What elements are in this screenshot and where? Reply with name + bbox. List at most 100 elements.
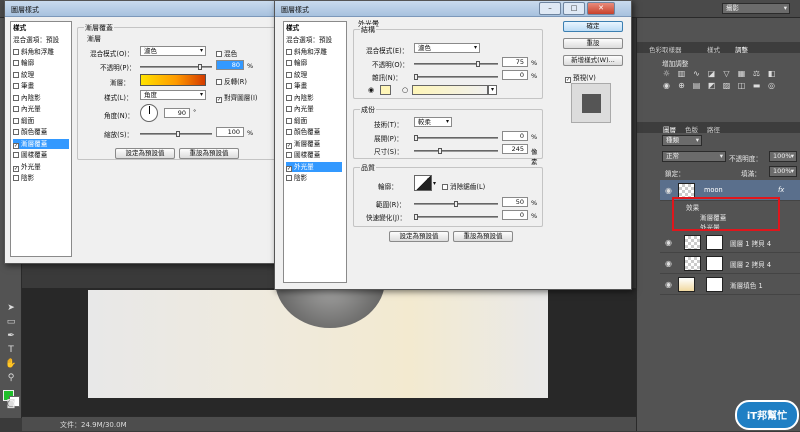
gradient-radio-icon[interactable]: ○ bbox=[402, 86, 408, 94]
layer-row[interactable]: ◉ 圖層 1 拷貝 4 bbox=[660, 232, 800, 253]
glow-color-swatch[interactable] bbox=[380, 85, 391, 95]
style-list-item[interactable]: 漸層覆蓋 bbox=[286, 139, 342, 149]
angle-dial[interactable] bbox=[140, 104, 158, 122]
style-checkbox[interactable] bbox=[286, 165, 292, 172]
style-list-item[interactable]: 筆畫 bbox=[13, 81, 69, 91]
style-list-item[interactable]: 顏色覆蓋 bbox=[13, 127, 69, 137]
style-checkbox[interactable] bbox=[286, 152, 292, 158]
style-list-item[interactable]: 內陰影 bbox=[286, 93, 342, 103]
style-list-item[interactable]: 內光暈 bbox=[13, 104, 69, 114]
style-checkbox[interactable] bbox=[13, 71, 19, 78]
jitter-slider-knob[interactable] bbox=[414, 214, 418, 220]
style-list-item[interactable]: 圖樣覆蓋 bbox=[286, 150, 342, 160]
blend-mode-select[interactable]: 濾色 bbox=[414, 43, 480, 53]
contour-picker[interactable] bbox=[414, 175, 432, 191]
make-default-button[interactable]: 設定為預設值 bbox=[115, 148, 175, 159]
style-list-item[interactable]: 顏色覆蓋 bbox=[286, 127, 342, 137]
gradient-map-icon[interactable]: ▬ bbox=[750, 81, 763, 91]
style-checkbox[interactable] bbox=[13, 94, 19, 101]
style-checkbox[interactable] bbox=[286, 175, 292, 181]
style-list-item[interactable]: 筆畫 bbox=[286, 81, 342, 91]
antialias-checkbox[interactable]: 消除鋸齒(L) bbox=[442, 181, 485, 191]
new-style-button[interactable]: 新增樣式(W)... bbox=[563, 55, 623, 66]
lookup-icon[interactable]: ▤ bbox=[690, 81, 703, 91]
spread-input[interactable]: 0 bbox=[502, 131, 528, 141]
noise-slider[interactable] bbox=[414, 74, 498, 80]
style-list-item[interactable]: 內光暈 bbox=[286, 104, 342, 114]
photo-filter-icon[interactable]: ◉ bbox=[660, 81, 673, 91]
style-list-item[interactable]: 紋理 bbox=[286, 70, 342, 80]
eye-icon[interactable]: ◉ bbox=[665, 259, 672, 268]
style-list-item[interactable]: 陰影 bbox=[286, 173, 342, 183]
spread-slider[interactable] bbox=[414, 135, 498, 141]
hue-icon[interactable]: ▦ bbox=[735, 69, 748, 79]
range-slider[interactable] bbox=[414, 201, 498, 207]
brightness-icon[interactable]: ☼ bbox=[660, 69, 673, 79]
style-list-item[interactable]: 斜角和浮雕 bbox=[13, 47, 69, 57]
style-checkbox[interactable] bbox=[13, 117, 19, 124]
hand-tool-icon[interactable]: ✋ bbox=[4, 358, 18, 370]
tab-adjustments[interactable]: 調整 bbox=[735, 44, 748, 54]
make-default-button[interactable]: 設定為預設值 bbox=[389, 231, 449, 242]
close-button[interactable]: ✕ bbox=[587, 2, 615, 15]
style-checkbox[interactable] bbox=[13, 152, 19, 158]
gradient-picker[interactable] bbox=[140, 74, 206, 86]
style-checkbox[interactable] bbox=[13, 83, 19, 89]
opacity-slider[interactable] bbox=[414, 61, 498, 67]
scale-slider-knob[interactable] bbox=[176, 131, 180, 137]
style-checkbox[interactable] bbox=[13, 48, 19, 55]
layer-opacity-value[interactable]: 100% bbox=[769, 151, 797, 162]
curves-icon[interactable]: ∿ bbox=[690, 69, 703, 79]
style-checkbox[interactable] bbox=[286, 71, 292, 78]
style-checkbox[interactable] bbox=[13, 129, 19, 135]
jitter-input[interactable]: 0 bbox=[502, 210, 528, 220]
fill-value[interactable]: 100% bbox=[769, 166, 797, 177]
noise-slider-knob[interactable] bbox=[414, 74, 418, 80]
style-list-item[interactable]: 圖樣覆蓋 bbox=[13, 150, 69, 160]
style-checkbox[interactable] bbox=[286, 48, 292, 55]
layer-row[interactable]: ◉ 圖層 2 拷貝 4 bbox=[660, 253, 800, 274]
opacity-input[interactable]: 80 bbox=[216, 60, 244, 70]
style-checkbox[interactable] bbox=[286, 60, 292, 66]
vibrance-icon[interactable]: ▽ bbox=[720, 69, 733, 79]
reset-default-button[interactable]: 重設為預設值 bbox=[179, 148, 239, 159]
style-checkbox[interactable] bbox=[286, 83, 292, 89]
noise-input[interactable]: 0 bbox=[502, 70, 528, 80]
layer-kind-filter[interactable]: 種類 bbox=[662, 135, 702, 146]
fx-icon[interactable]: fx bbox=[778, 186, 784, 194]
style-checkbox[interactable] bbox=[13, 60, 19, 66]
tab-color-sampler[interactable]: 色彩取樣器 bbox=[649, 44, 682, 54]
style-checkbox[interactable] bbox=[13, 175, 19, 181]
range-slider-knob[interactable] bbox=[454, 201, 458, 207]
tab-styles[interactable]: 樣式 bbox=[707, 44, 720, 54]
style-checkbox[interactable] bbox=[13, 106, 19, 112]
size-slider[interactable] bbox=[414, 148, 498, 154]
style-list-item[interactable]: 外光暈 bbox=[13, 162, 69, 172]
style-list-item[interactable]: 紋理 bbox=[13, 70, 69, 80]
style-list-item[interactable]: 緞面 bbox=[13, 116, 69, 126]
style-checkbox[interactable] bbox=[13, 142, 19, 149]
quick-mask-icon[interactable]: ◙ bbox=[4, 398, 18, 410]
minimize-button[interactable]: – bbox=[539, 2, 561, 15]
reset-default-button[interactable]: 重設為預設值 bbox=[453, 231, 513, 242]
size-slider-knob[interactable] bbox=[438, 148, 442, 154]
style-list-item[interactable]: 內陰影 bbox=[13, 93, 69, 103]
jitter-slider[interactable] bbox=[414, 214, 498, 220]
preview-checkbox[interactable]: 預視(V) bbox=[565, 72, 596, 83]
invert-icon[interactable]: ◩ bbox=[705, 81, 718, 91]
dither-checkbox[interactable]: 混色 bbox=[216, 48, 237, 58]
scale-slider[interactable] bbox=[140, 131, 212, 137]
glow-gradient-picker[interactable] bbox=[412, 85, 488, 95]
style-checkbox[interactable] bbox=[13, 165, 19, 172]
style-checkbox[interactable] bbox=[286, 129, 292, 135]
eye-icon[interactable]: ◉ bbox=[665, 238, 672, 247]
zoom-tool-icon[interactable]: ⚲ bbox=[4, 372, 18, 384]
scale-input[interactable]: 100 bbox=[216, 127, 244, 137]
type-tool-icon[interactable]: T bbox=[4, 344, 18, 356]
opacity-slider-knob[interactable] bbox=[476, 61, 480, 67]
style-list-item[interactable]: 混合選項：預設 bbox=[286, 35, 342, 45]
channel-mixer-icon[interactable]: ⊕ bbox=[675, 81, 688, 91]
style-list-item[interactable]: 輪廓 bbox=[286, 58, 342, 68]
selective-color-icon[interactable]: ◎ bbox=[765, 81, 778, 91]
tab-channels[interactable]: 色版 bbox=[685, 124, 698, 134]
